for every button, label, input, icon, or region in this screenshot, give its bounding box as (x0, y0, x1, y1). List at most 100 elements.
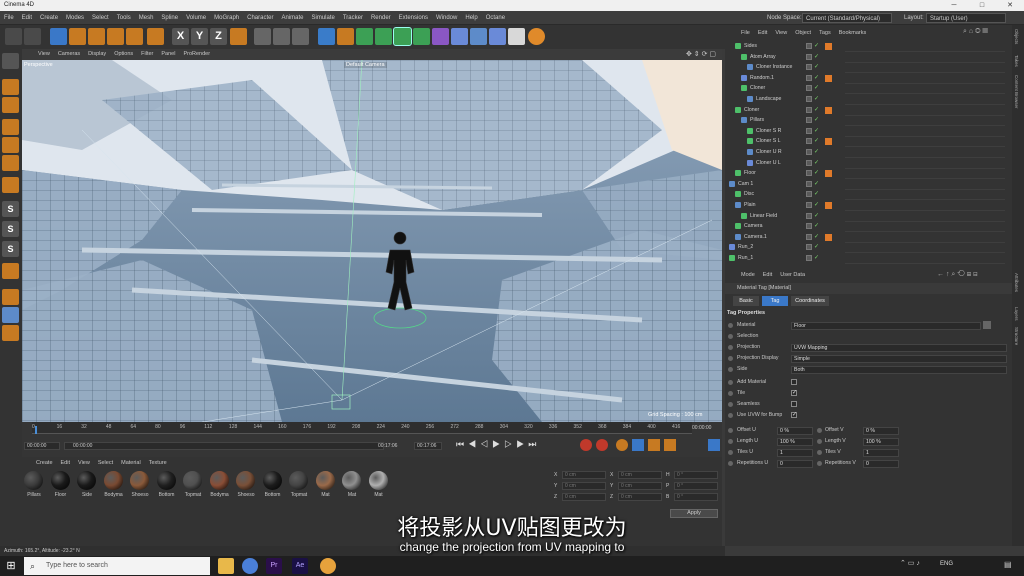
object-visibility-toggle[interactable] (806, 106, 812, 113)
menu-spline[interactable]: Spline (157, 11, 182, 25)
windows-start-icon[interactable]: ⊞ (4, 559, 18, 573)
coord-value-field[interactable]: 0 cm (562, 482, 606, 490)
attr-tab-tag[interactable]: Tag (762, 296, 788, 306)
render-settings-icon[interactable] (292, 28, 309, 45)
coord-value-field[interactable]: 0 ° (674, 482, 718, 490)
minimize-button[interactable]: ─ (940, 0, 968, 11)
attr-pair-value[interactable]: 1 (777, 448, 813, 457)
menu-octane[interactable]: Octane (482, 11, 509, 25)
after-effects-icon[interactable]: Ae (292, 558, 308, 574)
object-row[interactable]: Camera ✓ (725, 221, 1012, 232)
move-tool-icon[interactable] (50, 28, 67, 45)
layer-icon[interactable] (2, 307, 19, 323)
object-row[interactable]: Cloner ✓ (725, 83, 1012, 94)
object-enabled-check-icon[interactable]: ✓ (814, 136, 819, 147)
object-row[interactable]: Atom Array ✓ (725, 52, 1012, 63)
object-enabled-check-icon[interactable]: ✓ (814, 189, 819, 200)
subdivision-icon[interactable] (356, 28, 373, 45)
object-tag-icon[interactable] (825, 138, 832, 146)
scale-icon[interactable] (88, 28, 105, 45)
object-enabled-check-icon[interactable]: ✓ (814, 253, 819, 264)
start-time-field[interactable]: 00:00:00 (64, 442, 384, 450)
object-menu-file[interactable]: File (737, 27, 754, 39)
object-visibility-toggle[interactable] (806, 96, 812, 102)
object-row[interactable]: Random.1 ✓ (725, 73, 1012, 84)
node-space-dropdown[interactable]: Current (Standard/Physical) (802, 13, 892, 23)
points-mode-icon[interactable] (2, 119, 19, 135)
object-enabled-check-icon[interactable]: ✓ (814, 52, 819, 63)
viewport-menu-prorender[interactable]: ProRender (179, 49, 214, 60)
autokey-icon[interactable] (596, 439, 608, 451)
attr-pair-value[interactable]: 0 % (777, 426, 813, 435)
material-swatch[interactable] (50, 471, 70, 490)
attr-prop-value[interactable]: Simple (791, 354, 1007, 363)
object-tag-icon[interactable] (825, 233, 832, 241)
make-editable-icon[interactable] (2, 53, 19, 69)
taskbar-search-box[interactable]: ⌕ Type here to search (24, 557, 210, 575)
viewport-menu-options[interactable]: Options (110, 49, 137, 60)
viewport-menu-panel[interactable]: Panel (157, 49, 179, 60)
end-time-field[interactable]: 00:17:06 (414, 442, 442, 450)
menu-render[interactable]: Render (367, 11, 395, 25)
keyframe-dot-icon[interactable] (728, 334, 733, 339)
coord-system-icon[interactable] (230, 28, 247, 45)
workplane-icon[interactable] (2, 177, 19, 193)
undo-icon[interactable] (5, 28, 22, 45)
close-button[interactable]: ✕ (996, 0, 1024, 11)
timeline-ruler[interactable]: 0 16 32 48 64 80 96 112 128 144 160 176 192 208 224 240… (32, 422, 692, 434)
key-rotation-icon[interactable] (648, 439, 660, 451)
coord-value-field[interactable]: 0 cm (562, 471, 606, 479)
attr-checkbox[interactable]: ✓ (791, 412, 797, 418)
menu-modes[interactable]: Modes (62, 11, 88, 25)
paint-icon[interactable] (2, 289, 19, 305)
attr-pair-value[interactable]: 100 % (863, 437, 899, 446)
object-visibility-toggle[interactable] (806, 212, 812, 219)
keyframe-dot-icon[interactable] (728, 391, 733, 396)
viewport-menu-view[interactable]: View (34, 49, 54, 60)
object-menu-bookmarks[interactable]: Bookmarks (835, 27, 871, 39)
right-tab-structure[interactable]: Structure (1014, 327, 1019, 345)
attr-pair-value[interactable]: 0 % (863, 426, 899, 435)
material-swatch[interactable] (368, 471, 388, 490)
premiere-icon[interactable]: Pr (266, 558, 282, 574)
attr-tab-basic[interactable]: Basic (733, 296, 759, 306)
object-visibility-toggle[interactable] (806, 43, 812, 49)
object-visibility-toggle[interactable] (806, 223, 812, 230)
menu-mesh[interactable]: Mesh (135, 11, 158, 25)
file-explorer-icon[interactable] (218, 558, 234, 574)
material-swatch[interactable] (24, 471, 43, 490)
keyframe-dot-icon[interactable] (728, 323, 733, 328)
object-search-icon[interactable]: ⌕ ⌂ ◎ ▤ (963, 28, 988, 36)
material-preview-icon[interactable] (983, 321, 991, 329)
current-time-field[interactable]: 00:00:00 (24, 442, 60, 450)
object-enabled-check-icon[interactable]: ✓ (814, 211, 819, 222)
object-visibility-toggle[interactable] (806, 53, 812, 60)
object-enabled-check-icon[interactable]: ✓ (814, 73, 819, 84)
edges-mode-icon[interactable] (2, 137, 19, 153)
object-visibility-toggle[interactable] (806, 180, 812, 187)
object-enabled-check-icon[interactable]: ✓ (814, 147, 819, 158)
axis-icon[interactable] (147, 28, 164, 45)
object-visibility-toggle[interactable] (806, 64, 812, 71)
attr-pair-value[interactable]: 1 (863, 448, 899, 457)
object-row[interactable]: Camera.1 ✓ (725, 232, 1012, 243)
object-enabled-check-icon[interactable]: ✓ (814, 232, 819, 243)
redo-icon[interactable] (24, 28, 41, 45)
object-visibility-toggle[interactable] (806, 117, 812, 124)
coord-value-field[interactable]: 0 ° (674, 493, 718, 501)
object-menu-edit[interactable]: Edit (754, 27, 771, 39)
object-enabled-check-icon[interactable]: ✓ (814, 105, 819, 116)
menu-window[interactable]: Window (432, 11, 461, 25)
axis-y-toggle[interactable]: Y (191, 28, 208, 45)
keyframe-dot-icon[interactable] (728, 439, 733, 444)
object-visibility-toggle[interactable] (806, 244, 812, 251)
render-view-icon[interactable] (254, 28, 271, 45)
attr-menu-edit[interactable]: Edit (759, 269, 776, 281)
object-row[interactable]: Cloner S L ✓ (725, 136, 1012, 147)
right-tab-content-browser[interactable]: Content Browser (1014, 75, 1019, 109)
object-tag-icon[interactable] (825, 74, 832, 82)
menu-tools[interactable]: Tools (113, 11, 135, 25)
keyframe-dot-icon[interactable] (817, 428, 822, 433)
pen-icon[interactable] (337, 28, 354, 45)
attr-prop-value[interactable]: Floor (791, 321, 981, 330)
